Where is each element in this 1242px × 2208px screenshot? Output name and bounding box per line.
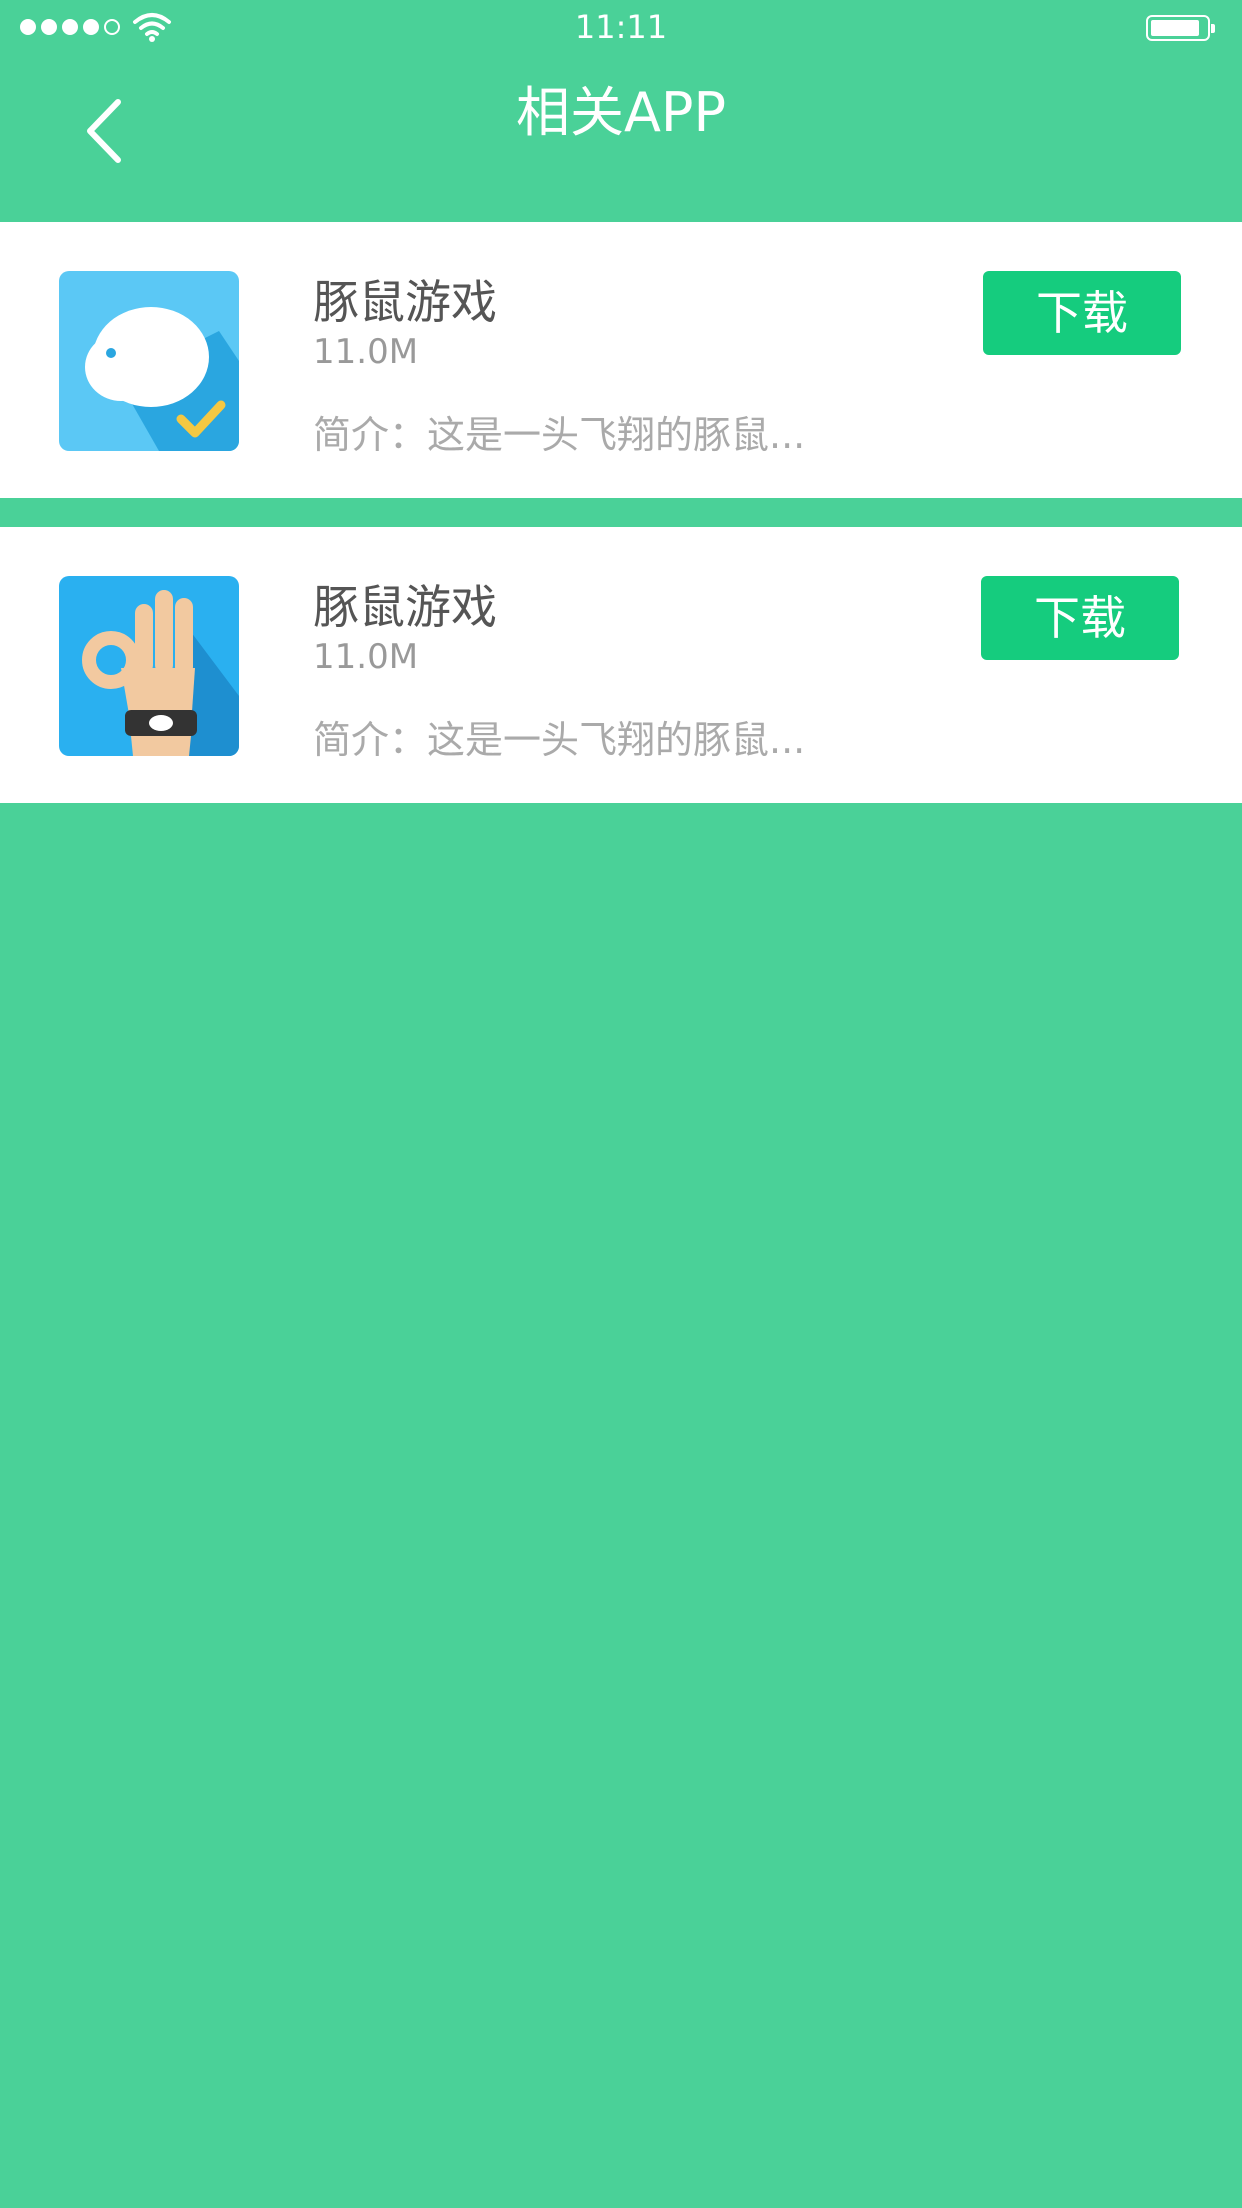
app-description: 简介：这是一头飞翔的豚鼠...: [313, 413, 806, 457]
page-title: 相关APP: [515, 81, 727, 144]
status-time: 11:11: [574, 8, 668, 46]
app-name: 豚鼠游戏: [313, 275, 497, 329]
app-name: 豚鼠游戏: [313, 580, 497, 634]
nav-bar: 相关APP: [0, 56, 1242, 222]
guinea-pig-check-icon: [59, 271, 239, 451]
status-bar: 11:11: [0, 0, 1242, 56]
app-size: 11.0M: [313, 332, 419, 372]
download-button[interactable]: 下载: [981, 576, 1179, 660]
ok-hand-wristband-icon: [59, 576, 239, 756]
download-button[interactable]: 下载: [983, 271, 1181, 355]
app-list-item[interactable]: 豚鼠游戏 11.0M 简介：这是一头飞翔的豚鼠... 下载: [0, 222, 1242, 498]
app-size: 11.0M: [313, 637, 419, 677]
app-list-item[interactable]: 豚鼠游戏 11.0M 简介：这是一头飞翔的豚鼠... 下载: [0, 527, 1242, 803]
app-description: 简介：这是一头飞翔的豚鼠...: [313, 718, 806, 762]
battery-icon: [1146, 15, 1215, 41]
